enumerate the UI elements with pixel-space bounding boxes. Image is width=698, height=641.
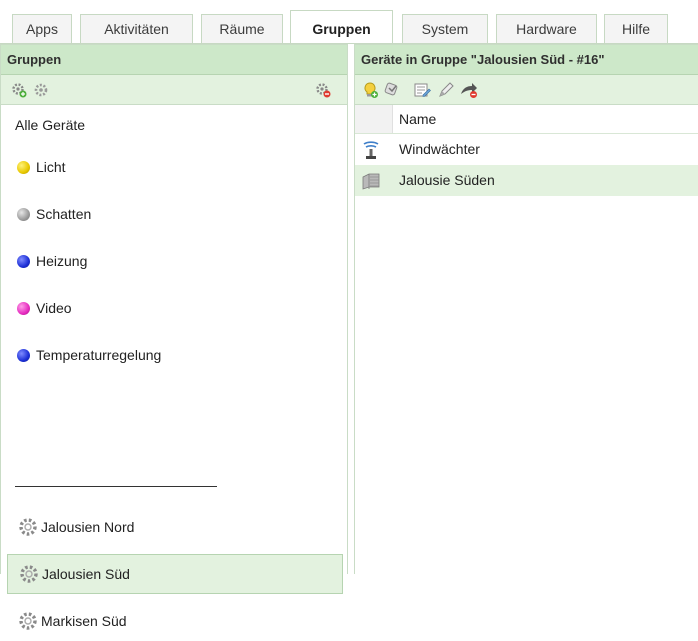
category-licht[interactable]: Licht bbox=[7, 147, 343, 187]
wind-sensor-icon bbox=[363, 141, 379, 159]
group-devices-title: Geräte in Gruppe "Jalousien Süd - #16" bbox=[355, 45, 698, 75]
main-tab-bar: Apps Aktivitäten Räume Gruppen System Ha… bbox=[0, 0, 698, 44]
device-settings-icon[interactable] bbox=[383, 81, 401, 99]
tab-apps[interactable]: Apps bbox=[12, 14, 72, 43]
remove-from-group-icon[interactable] bbox=[459, 81, 479, 99]
gray-dot-icon bbox=[17, 208, 30, 221]
group-markisen-sued[interactable]: Markisen Süd bbox=[7, 601, 343, 641]
category-label: Schatten bbox=[36, 206, 92, 222]
groups-panel-title: Gruppen bbox=[1, 45, 347, 75]
group-cog-icon bbox=[19, 518, 37, 536]
row-icon-column-header bbox=[355, 105, 393, 133]
group-label: Jalousien Süd bbox=[42, 566, 130, 582]
tab-system[interactable]: System bbox=[402, 14, 488, 43]
blue-dot-icon bbox=[17, 255, 30, 268]
tab-hilfe[interactable]: Hilfe bbox=[604, 14, 668, 43]
category-schatten[interactable]: Schatten bbox=[7, 194, 343, 234]
yellow-dot-icon bbox=[17, 161, 30, 174]
rename-pencil-icon[interactable] bbox=[437, 81, 455, 99]
edit-list-icon[interactable] bbox=[413, 81, 431, 99]
tab-hardware[interactable]: Hardware bbox=[496, 14, 597, 43]
device-row-jalousie-sueden[interactable]: Jalousie Süden bbox=[355, 165, 698, 196]
group-label: Jalousien Nord bbox=[41, 519, 135, 535]
add-group-icon[interactable] bbox=[11, 82, 27, 98]
group-jalousien-sued[interactable]: Jalousien Süd bbox=[7, 554, 343, 594]
tab-aktivitaeten[interactable]: Aktivitäten bbox=[80, 14, 193, 43]
all-devices-label: Alle Geräte bbox=[15, 117, 86, 133]
category-heizung[interactable]: Heizung bbox=[7, 241, 343, 281]
groups-toolbar bbox=[1, 75, 347, 105]
device-row-windwaechter[interactable]: Windwächter bbox=[355, 134, 698, 165]
group-label: Markisen Süd bbox=[41, 613, 127, 629]
pink-dot-icon bbox=[17, 302, 30, 315]
blind-icon bbox=[362, 173, 380, 190]
group-jalousien-nord[interactable]: Jalousien Nord bbox=[7, 507, 343, 547]
delete-group-icon[interactable] bbox=[315, 82, 331, 98]
category-label: Temperaturregelung bbox=[36, 347, 162, 363]
group-devices-panel: Geräte in Gruppe "Jalousien Süd - #16" N… bbox=[354, 44, 698, 574]
category-video[interactable]: Video bbox=[7, 288, 343, 328]
device-name: Windwächter bbox=[399, 141, 480, 157]
edit-group-icon[interactable] bbox=[33, 82, 49, 98]
devices-toolbar bbox=[355, 75, 698, 105]
devices-table-header: Name bbox=[355, 105, 698, 134]
category-label: Video bbox=[36, 300, 72, 316]
name-column-header[interactable]: Name bbox=[399, 105, 436, 133]
blue-dot-icon bbox=[17, 349, 30, 362]
groups-panel: Gruppen Alle Geräte Licht Schatten Heizu… bbox=[0, 44, 348, 630]
group-cog-icon bbox=[19, 612, 37, 630]
category-temperaturregelung[interactable]: Temperaturregelung bbox=[7, 335, 343, 375]
category-label: Licht bbox=[36, 159, 66, 175]
all-devices-item[interactable]: Alle Geräte bbox=[5, 107, 343, 143]
category-label: Heizung bbox=[36, 253, 88, 269]
tab-raeume[interactable]: Räume bbox=[201, 14, 283, 43]
add-light-icon[interactable] bbox=[361, 81, 379, 99]
device-name: Jalousie Süden bbox=[399, 172, 495, 188]
group-cog-icon bbox=[20, 565, 38, 583]
tab-gruppen[interactable]: Gruppen bbox=[290, 10, 393, 44]
group-separator bbox=[15, 486, 217, 487]
